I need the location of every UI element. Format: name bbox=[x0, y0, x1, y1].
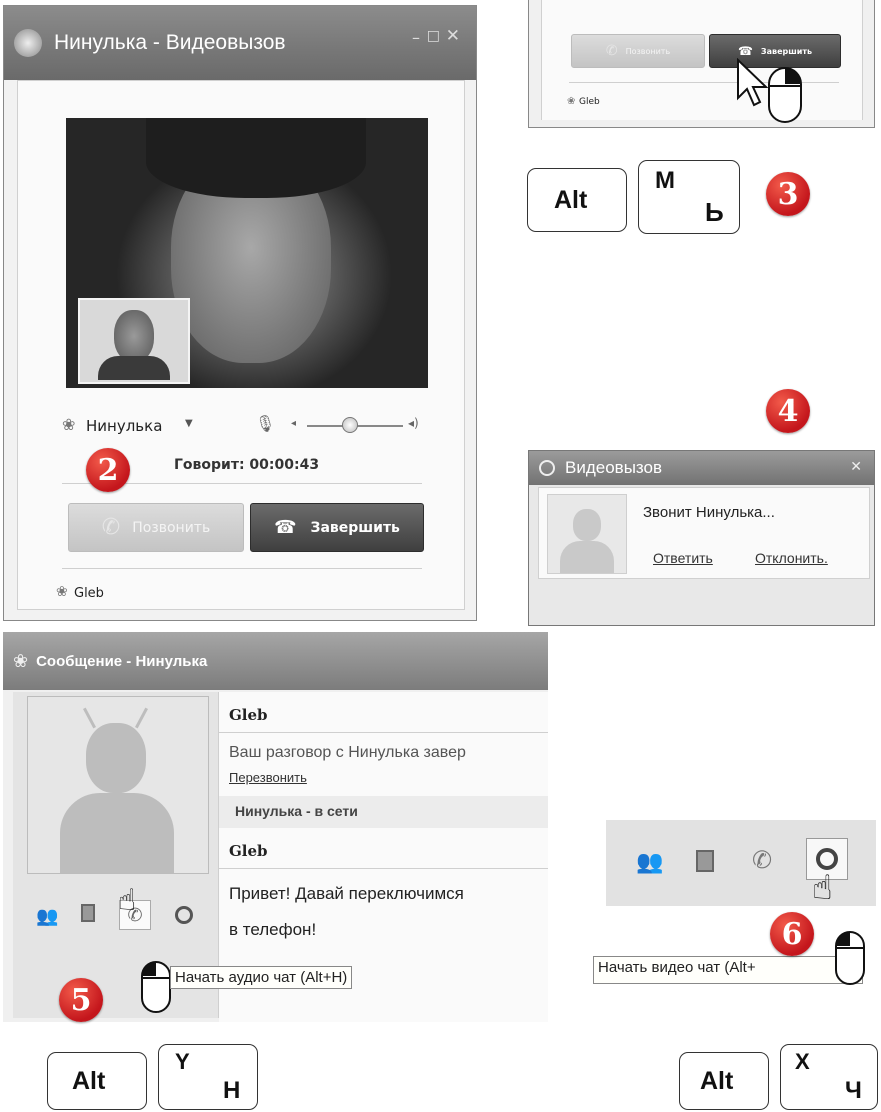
key-cyrillic-label: Ь bbox=[705, 197, 724, 227]
phone-icon: ✆ bbox=[101, 515, 121, 540]
incoming-call-popup: Видеовызов ✕ Звонит Нинулька... Ответить… bbox=[528, 450, 875, 626]
remote-hair bbox=[146, 118, 366, 198]
contacts-icon[interactable]: 👥 bbox=[636, 850, 663, 875]
decline-link[interactable]: Отклонить. bbox=[755, 550, 828, 566]
incoming-text: Звонит Нинулька... bbox=[643, 504, 775, 521]
end-call-button[interactable]: ☎ Завершить bbox=[250, 503, 424, 552]
webcam-icon[interactable] bbox=[175, 906, 193, 924]
chevron-down-icon[interactable]: ▼ bbox=[185, 418, 193, 429]
step-badge-3: 3 bbox=[766, 172, 810, 216]
incoming-title: Видеовызов bbox=[565, 458, 663, 477]
key-m: M Ь bbox=[638, 160, 740, 234]
close-icon[interactable]: ✕ bbox=[446, 26, 460, 46]
message-text: Привет! Давай переключимся bbox=[229, 884, 464, 903]
minimize-icon[interactable]: – bbox=[412, 28, 420, 47]
call-button-label: Позвонить bbox=[132, 519, 211, 536]
contact-avatar bbox=[27, 696, 209, 874]
step-badge-6: 6 bbox=[770, 912, 814, 956]
contacts-icon[interactable]: 👥 bbox=[36, 906, 58, 927]
microphone-icon[interactable]: 🎙 bbox=[255, 414, 275, 433]
key-alt-label: Alt bbox=[554, 186, 588, 214]
history-icon[interactable] bbox=[696, 850, 714, 872]
video-call-window: Нинулька - Видеовызов – □ ✕ ❀ Нинулька ▼… bbox=[3, 5, 477, 621]
flower-status-icon: ❀ bbox=[567, 96, 576, 107]
hand-cursor-icon: ☝ bbox=[118, 883, 137, 918]
app-flower-icon: ❀ bbox=[13, 650, 29, 672]
mouse-icon bbox=[835, 931, 865, 985]
maximize-icon[interactable]: □ bbox=[427, 28, 440, 44]
speaker-low-icon: ◂ bbox=[291, 418, 297, 429]
zoom-call-button[interactable]: ✆ Позвонить bbox=[571, 34, 705, 68]
zoom-end-button[interactable]: ☎ Завершить bbox=[709, 34, 841, 68]
zoom-snippet: ✆ Позвонить ☎ Завершить ❀ Gleb bbox=[528, 0, 875, 128]
caller-avatar bbox=[547, 494, 627, 574]
divider bbox=[219, 868, 548, 869]
key-latin-label: Y bbox=[175, 1049, 190, 1074]
key-cyrillic-label: Ч bbox=[845, 1077, 862, 1104]
close-icon[interactable]: ✕ bbox=[850, 459, 862, 475]
video-toolbar-panel: 👥 ✆ bbox=[606, 820, 876, 906]
call-status: Говорит: 00:00:43 bbox=[174, 457, 320, 473]
key-alt: Alt bbox=[527, 168, 627, 232]
zoom-end-label: Завершить bbox=[760, 46, 813, 56]
key-x: X Ч bbox=[780, 1044, 878, 1110]
message-author: Gleb bbox=[229, 842, 268, 860]
phone-icon[interactable]: ✆ bbox=[752, 846, 772, 874]
message-text: в телефон! bbox=[229, 920, 317, 939]
message-text: Ваш разговор с Нинулька завер bbox=[229, 744, 466, 761]
app-flower-icon bbox=[14, 29, 42, 57]
message-author: Gleb bbox=[229, 706, 268, 724]
callback-link[interactable]: Перезвонить bbox=[229, 770, 307, 785]
key-y: Y Н bbox=[158, 1044, 258, 1110]
message-title: Сообщение - Нинулька bbox=[36, 652, 208, 670]
footer-user: Gleb bbox=[74, 586, 104, 601]
audio-chat-tooltip: Начать аудио чат (Alt+H) bbox=[170, 966, 353, 989]
call-button[interactable]: ✆ Позвонить bbox=[68, 503, 244, 552]
mouse-icon bbox=[768, 67, 802, 123]
hangup-icon: ☎ bbox=[737, 44, 753, 58]
key-alt: Alt bbox=[47, 1052, 147, 1110]
key-alt: Alt bbox=[679, 1052, 769, 1110]
key-latin-label: M bbox=[655, 167, 675, 194]
zoom-call-label: Позвонить bbox=[625, 46, 671, 56]
video-chat-tooltip: Начать видео чат (Alt+ bbox=[593, 956, 863, 984]
hand-cursor-icon: ☝ bbox=[812, 868, 833, 908]
message-titlebar[interactable]: ❀ Сообщение - Нинулька bbox=[3, 632, 548, 690]
flower-status-icon: ❀ bbox=[62, 415, 76, 434]
history-icon[interactable] bbox=[81, 904, 95, 922]
answer-link[interactable]: Ответить bbox=[653, 550, 713, 566]
hangup-icon: ☎ bbox=[274, 517, 297, 538]
zoom-footer-user: Gleb bbox=[579, 97, 600, 107]
phone-icon: ✆ bbox=[605, 43, 618, 59]
key-alt-label: Alt bbox=[700, 1067, 734, 1095]
webcam-icon bbox=[539, 460, 555, 476]
message-window: ❀ Сообщение - Нинулька 👥 ✆ Gleb Ваш разг… bbox=[3, 632, 548, 1022]
mouse-icon bbox=[141, 961, 171, 1013]
key-cyrillic-label: Н bbox=[223, 1077, 241, 1104]
call-window-titlebar[interactable]: Нинулька - Видеовызов – □ ✕ bbox=[4, 6, 476, 80]
contact-status: Нинулька - в сети bbox=[235, 803, 358, 819]
divider bbox=[62, 568, 422, 569]
divider bbox=[219, 732, 548, 733]
volume-slider-thumb[interactable] bbox=[342, 417, 358, 433]
step-badge-4: 4 bbox=[766, 389, 810, 433]
flower-status-icon: ❀ bbox=[56, 584, 68, 600]
end-call-label: Завершить bbox=[310, 519, 400, 536]
self-preview bbox=[78, 298, 190, 384]
step-badge-5: 5 bbox=[59, 978, 103, 1022]
speaker-high-icon: ◂) bbox=[408, 416, 419, 430]
remote-video bbox=[66, 118, 428, 388]
key-alt-label: Alt bbox=[72, 1067, 106, 1095]
incoming-body: Звонит Нинулька... Ответить Отклонить. bbox=[538, 487, 870, 579]
key-latin-label: X bbox=[795, 1049, 810, 1074]
step-badge-2: 2 bbox=[86, 448, 130, 492]
window-title: Нинулька - Видеовызов bbox=[54, 31, 286, 54]
contact-name[interactable]: Нинулька bbox=[86, 417, 162, 435]
incoming-titlebar[interactable]: Видеовызов ✕ bbox=[529, 451, 874, 485]
